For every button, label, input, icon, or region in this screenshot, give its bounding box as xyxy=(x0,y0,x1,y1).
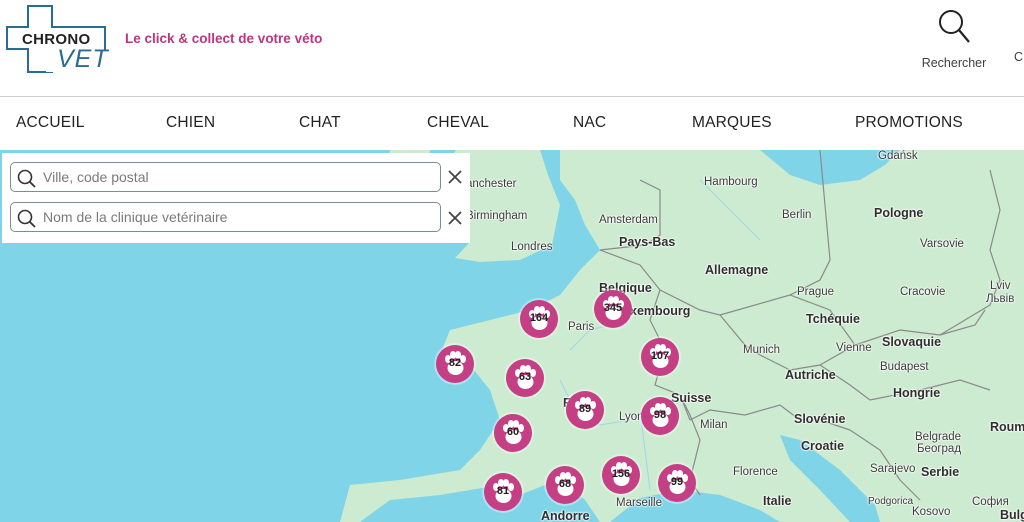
clinic-name-search-field[interactable] xyxy=(10,202,441,232)
map-label-roumanie: Roum xyxy=(990,420,1024,434)
map-label-pays-bas: Pays-Bas xyxy=(619,235,676,249)
search-icon xyxy=(17,209,36,228)
map-label-podgorica: Podgorica xyxy=(868,496,914,507)
map-label-hambourg: Hambourg xyxy=(704,176,758,188)
marker-count: 63 xyxy=(518,371,532,383)
map-label-paris: Paris xyxy=(568,321,595,333)
map-label-lyon: Lyon xyxy=(619,411,644,423)
map-label-belgrade: Belgrade xyxy=(915,431,962,443)
nav-marques[interactable]: MARQUES xyxy=(692,114,772,132)
map-label-bulgarie: Bulg xyxy=(1000,508,1024,522)
marker-count: 164 xyxy=(529,312,549,324)
map-label-lviv-cyr: Львів xyxy=(986,293,1015,305)
chronovet-logo[interactable]: CHRONO VET xyxy=(6,5,109,73)
clinic-cluster-marker[interactable]: 89 xyxy=(566,391,604,429)
clinic-cluster-marker[interactable]: 63 xyxy=(506,359,544,397)
header-item-truncated[interactable]: C xyxy=(1014,50,1023,64)
close-icon[interactable] xyxy=(446,209,464,227)
map-label-gdansk: Gdańsk xyxy=(878,150,918,162)
map-label-londres: Londres xyxy=(511,241,553,253)
city-search-field[interactable] xyxy=(10,162,441,192)
marker-count: 68 xyxy=(558,478,572,490)
map-label-slovenie: Slovénie xyxy=(794,412,846,426)
nav-promotions[interactable]: PROMOTIONS xyxy=(855,114,963,132)
map-label-tchequie: Tchéquie xyxy=(806,312,860,326)
clinic-cluster-marker[interactable]: 81 xyxy=(484,473,522,511)
nav-accueil[interactable]: ACCUEIL xyxy=(16,114,85,132)
close-icon[interactable] xyxy=(446,168,464,186)
map-label-manchester: anchester xyxy=(466,178,517,190)
map-label-vienne: Vienne xyxy=(836,342,872,354)
map-label-budapest: Budapest xyxy=(880,361,929,373)
map-label-munich: Munich xyxy=(743,344,781,356)
map-label-allemagne: Allemagne xyxy=(705,263,769,277)
map-label-beograd: Београд xyxy=(917,443,962,455)
map-label-suisse: Suisse xyxy=(671,391,712,405)
clinic-name-input[interactable] xyxy=(41,208,440,226)
site-header: CHRONO VET Le click & collect de votre v… xyxy=(0,0,1024,96)
map-label-pologne: Pologne xyxy=(874,206,924,220)
marker-count: 98 xyxy=(653,409,667,421)
marker-count: 82 xyxy=(448,357,462,369)
map-label-sarajevo: Sarajevo xyxy=(870,463,916,475)
map-label-amsterdam: Amsterdam xyxy=(599,214,658,226)
map-label-cracovie: Cracovie xyxy=(900,286,946,298)
map-label-berlin: Berlin xyxy=(782,209,812,221)
marker-count: 81 xyxy=(496,485,510,497)
search-icon xyxy=(939,10,970,43)
map-label-italie: Italie xyxy=(763,494,792,508)
search-icon xyxy=(17,169,36,188)
map-label-varsovie: Varsovie xyxy=(920,238,964,250)
marker-count: 99 xyxy=(670,476,684,488)
marker-count: 107 xyxy=(650,350,670,362)
map-label-serbie: Serbie xyxy=(921,465,960,479)
clinic-cluster-marker[interactable]: 68 xyxy=(546,466,584,504)
tagline: Le click & collect de votre véto xyxy=(125,31,323,46)
nav-cheval[interactable]: CHEVAL xyxy=(427,114,489,132)
clinic-search-panel xyxy=(2,153,470,243)
marker-count: 60 xyxy=(506,426,520,438)
clinic-cluster-marker[interactable]: 345 xyxy=(594,290,632,328)
clinic-cluster-marker[interactable]: 99 xyxy=(658,464,696,502)
map-label-florence: Florence xyxy=(733,466,778,478)
map-label-hongrie: Hongrie xyxy=(893,386,941,400)
map-label-sofia: София xyxy=(972,496,1009,508)
map-label-prague: Prague xyxy=(797,286,835,298)
map-label-luxembourg: xembourg xyxy=(630,304,691,318)
map-label-andorre: Andorre xyxy=(541,509,590,522)
logo-text-bottom: VET xyxy=(57,45,109,73)
clinic-cluster-marker[interactable]: 98 xyxy=(641,397,679,435)
map-label-birmingham: Birmingham xyxy=(466,210,528,222)
nav-chien[interactable]: CHIEN xyxy=(166,114,215,132)
marker-count: 156 xyxy=(611,468,631,480)
marker-count: 89 xyxy=(578,403,592,415)
main-nav: ACCUEIL CHIEN CHAT CHEVAL NAC MARQUES PR… xyxy=(0,96,1024,150)
map-label-slovaquie: Slovaquie xyxy=(882,335,942,349)
map-label-autriche: Autriche xyxy=(785,368,836,382)
city-input[interactable] xyxy=(41,168,440,186)
clinic-cluster-marker[interactable]: 82 xyxy=(436,345,474,383)
map-label-kosovo: Kosovo xyxy=(912,506,951,518)
clinic-cluster-marker[interactable]: 107 xyxy=(641,338,679,376)
map-label-croatie: Croatie xyxy=(801,439,845,453)
header-search-button[interactable]: Rechercher xyxy=(912,8,996,70)
marker-count: 345 xyxy=(603,302,623,314)
map-label-lviv: Lviv xyxy=(990,280,1011,292)
clinic-cluster-marker[interactable]: 164 xyxy=(520,300,558,338)
clinic-cluster-marker[interactable]: 60 xyxy=(494,414,532,452)
map-label-marseille: Marseille xyxy=(616,497,663,509)
map-label-milan: Milan xyxy=(700,419,728,431)
nav-nac[interactable]: NAC xyxy=(573,114,606,132)
search-label: Rechercher xyxy=(921,56,987,70)
nav-chat[interactable]: CHAT xyxy=(299,114,341,132)
clinic-cluster-marker[interactable]: 156 xyxy=(602,456,640,494)
